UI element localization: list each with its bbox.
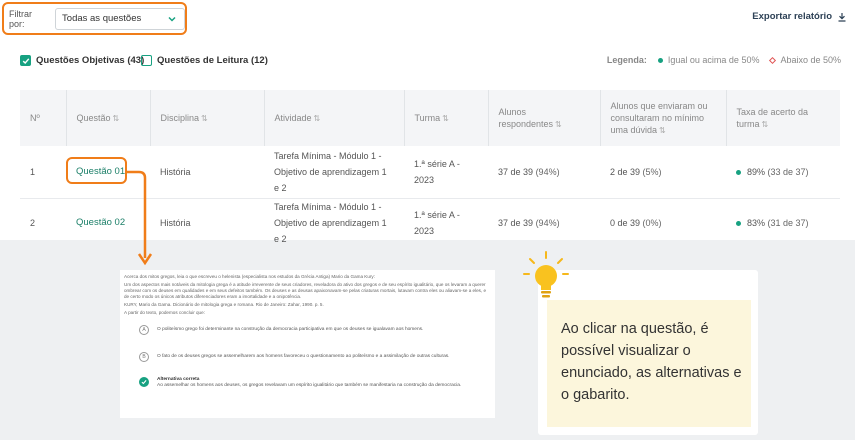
- correct-option: Alternativa correta Ao assemelhar os home…: [124, 377, 491, 389]
- option-b: B O fato de os deuses gregos se assemelh…: [124, 352, 491, 362]
- check-circle-icon: [139, 377, 149, 387]
- option-a: A O politeísmo grego foi determinante na…: [124, 325, 491, 335]
- question-preview: Acerca dos mitos gregos, leia o que escr…: [120, 270, 495, 418]
- tip-text: Ao clicar na questão, é possível visuali…: [547, 300, 751, 427]
- option-a-letter: A: [139, 325, 149, 335]
- option-b-letter: B: [139, 352, 149, 362]
- lightbulb-icon: [523, 251, 569, 298]
